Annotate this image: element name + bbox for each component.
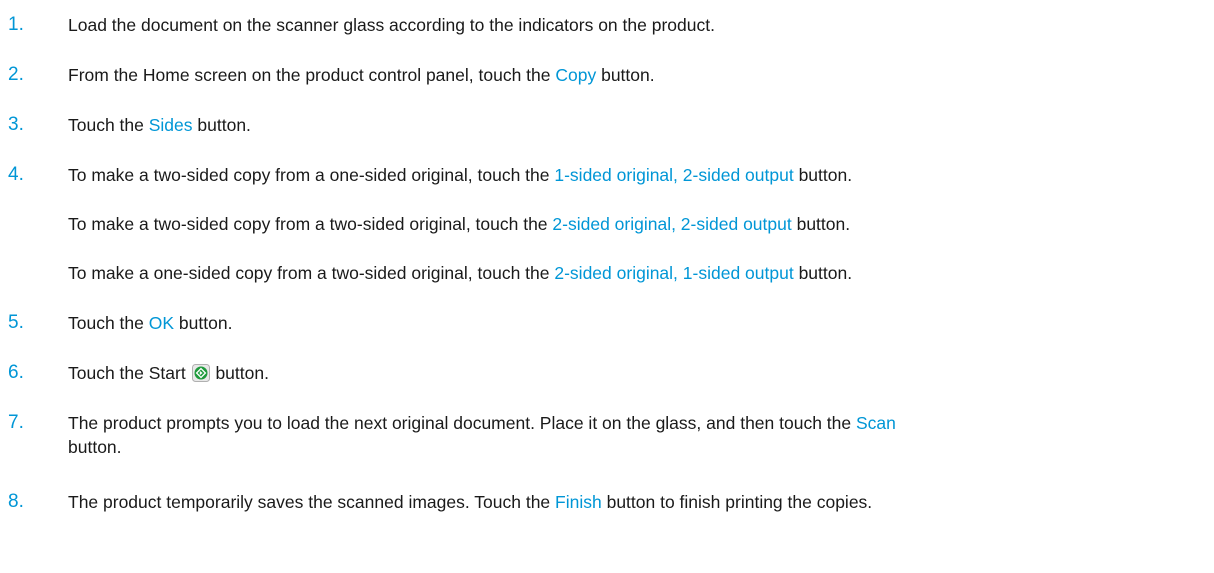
step-5-text: Touch the OK button. (68, 311, 232, 335)
step-7-post: button. (68, 437, 122, 457)
two-to-two-sided-button-ref: 2-sided original, 2-sided output (552, 214, 792, 234)
instruction-steps: 1. Load the document on the scanner glas… (0, 0, 1214, 573)
step-4-alt-1-pre: To make a two-sided copy from a two-side… (68, 214, 553, 234)
one-to-two-sided-button-ref: 1-sided original, 2-sided output (554, 165, 794, 185)
scan-button-ref: Scan (856, 413, 896, 433)
finish-button-ref: Finish (555, 492, 602, 512)
step-4-pre: To make a two-sided copy from a one-side… (68, 165, 555, 185)
step-8-number: 8. (8, 491, 24, 512)
step-3-number: 3. (8, 114, 24, 135)
step-8-pre: The product temporarily saves the scanne… (68, 492, 556, 512)
step-4-alt-1-post: button. (791, 214, 851, 234)
step-2-pre: From the Home screen on the product cont… (68, 65, 556, 85)
step-2-text: From the Home screen on the product cont… (68, 63, 655, 87)
copy-button-ref: Copy (555, 65, 597, 85)
step-4-alt-1-text: To make a two-sided copy from a two-side… (68, 212, 850, 236)
step-2-post: button. (596, 65, 655, 85)
ok-button-ref: OK (148, 313, 175, 333)
step-3-text: Touch the Sides button. (68, 113, 251, 137)
step-3-pre: Touch the (68, 115, 149, 135)
step-4-alt-2-text: To make a one-sided copy from a two-side… (68, 261, 852, 285)
step-1-body: Load the document on the scanner glass a… (68, 15, 715, 35)
start-icon (191, 364, 210, 382)
step-4-alt-2-post: button. (793, 263, 853, 283)
two-to-one-sided-button-ref: 2-sided original, 1-sided output (554, 263, 794, 283)
step-5-number: 5. (8, 312, 24, 333)
step-1-number: 1. (8, 14, 24, 35)
step-6-text: Touch the Start button. (68, 361, 269, 385)
step-6-number: 6. (8, 362, 24, 383)
step-4-text: To make a two-sided copy from a one-side… (68, 163, 852, 187)
step-7-text: The product prompts you to load the next… (68, 411, 1208, 459)
step-6-post: button. (210, 363, 269, 383)
sides-button-ref: Sides (148, 115, 193, 135)
step-4-alt-2-pre: To make a one-sided copy from a two-side… (68, 263, 555, 283)
step-2-number: 2. (8, 64, 24, 85)
step-3-post: button. (192, 115, 251, 135)
step-8-text: The product temporarily saves the scanne… (68, 490, 872, 514)
step-4-post: button. (793, 165, 853, 185)
step-4-number: 4. (8, 164, 24, 185)
step-8-post: button to finish printing the copies. (601, 492, 873, 512)
step-7-number: 7. (8, 412, 24, 433)
step-6-pre: Touch the Start (68, 363, 191, 383)
step-1-text: Load the document on the scanner glass a… (68, 13, 715, 37)
step-5-post: button. (174, 313, 233, 333)
step-7-pre: The product prompts you to load the next… (68, 413, 856, 433)
step-5-pre: Touch the (68, 313, 149, 333)
